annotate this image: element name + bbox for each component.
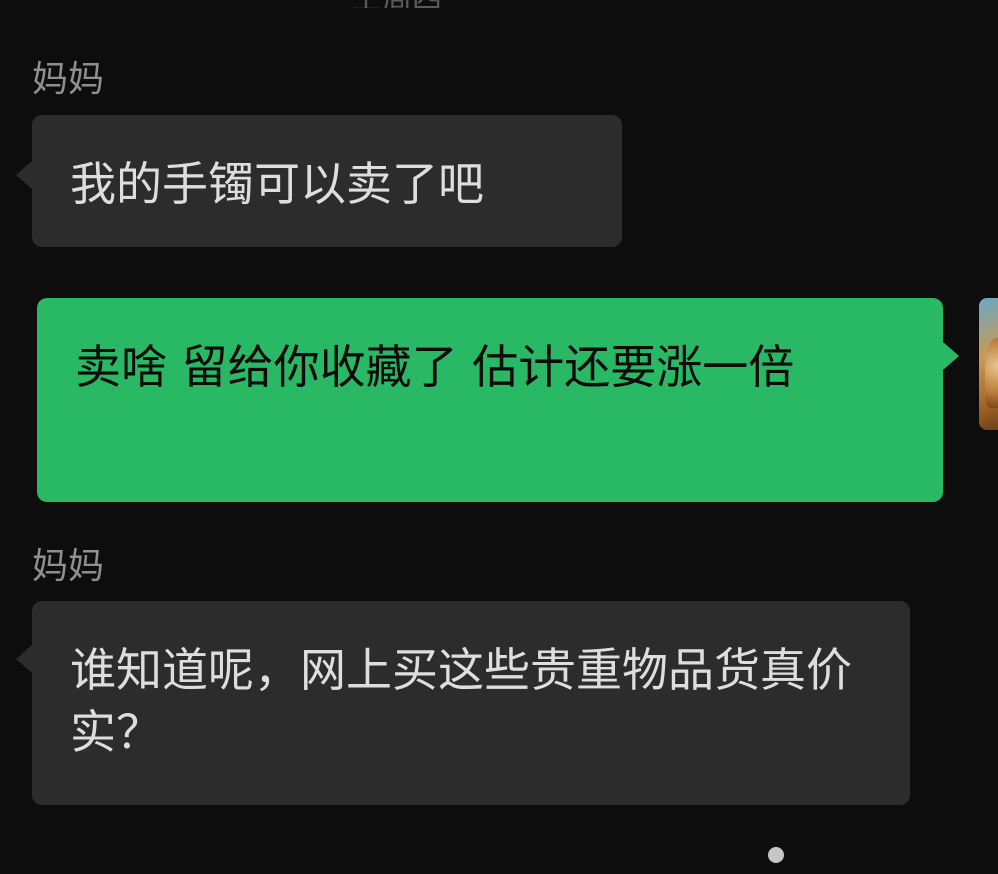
message-text: 我的手镯可以卖了吧	[70, 157, 484, 211]
message-bubble-incoming[interactable]: 我的手镯可以卖了吧	[16, 115, 622, 247]
watermark-logo-icon	[768, 846, 784, 863]
date-divider: 上周四	[352, 0, 502, 8]
message-text: 卖啥 留给你收藏了 估计还要涨一倍	[75, 340, 795, 394]
message-text: 谁知道呢，网上买这些贵重物品货真价实？	[70, 643, 852, 759]
message-bubble-outgoing[interactable]: 卖啥 留给你收藏了 估计还要涨一倍	[37, 298, 959, 502]
watermark	[768, 838, 790, 868]
sender-name: 妈妈	[32, 546, 105, 587]
sender-name: 妈妈	[32, 59, 105, 100]
user-avatar-icon[interactable]	[979, 298, 998, 430]
avatar-figure	[985, 338, 998, 408]
chat-screen: 上周四 妈妈 我的手镯可以卖了吧 卖啥 留给你收藏了 估计还要涨一倍 妈妈 谁知…	[0, 0, 998, 874]
message-bubble-incoming[interactable]: 谁知道呢，网上买这些贵重物品货真价实？	[16, 601, 910, 805]
